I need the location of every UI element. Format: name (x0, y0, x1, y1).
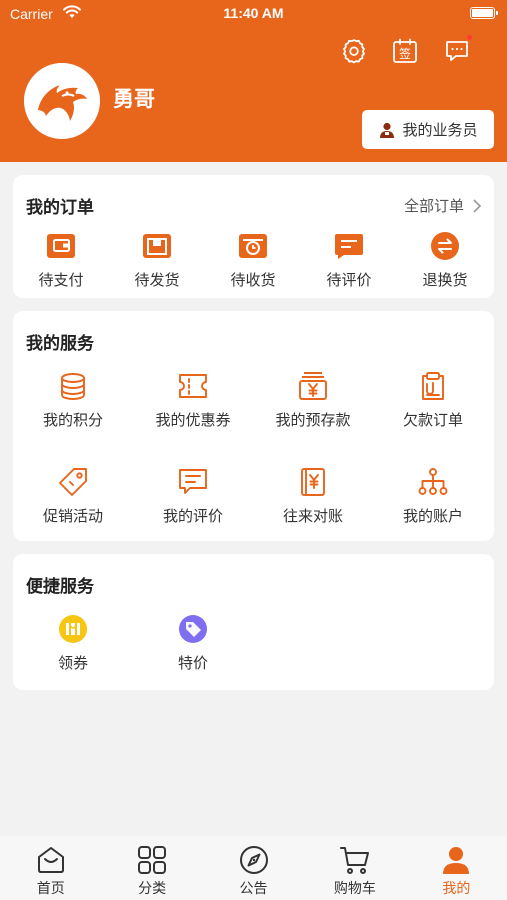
order-returns[interactable]: 退换货 (397, 231, 493, 290)
coupon-icon (178, 371, 208, 401)
get-coupon-icon (58, 614, 88, 644)
service-my-account[interactable]: 我的账户 (373, 467, 493, 526)
service-coupons-label: 我的优惠券 (155, 411, 231, 429)
service-promotions[interactable]: 促销活动 (13, 467, 133, 526)
horse-logo-icon (24, 63, 100, 139)
ledger-icon (298, 467, 328, 497)
tab-home-label: 首页 (36, 881, 65, 897)
service-arrears-orders[interactable]: 欠款订单 (373, 371, 493, 430)
service-arrears-orders-label: 欠款订单 (402, 411, 463, 429)
chevron-right-icon (473, 198, 482, 213)
service-reconciliation[interactable]: 往来对账 (253, 467, 373, 526)
home-icon (37, 847, 64, 873)
unread-dot (466, 34, 473, 41)
service-promotions-label: 促销活动 (42, 507, 103, 525)
tab-mine-label: 我的 (442, 881, 471, 897)
delivery-clock-icon (238, 231, 268, 261)
profile-header: Carrier 11:40 AM 签 勇哥 我的业务员 (0, 0, 507, 162)
order-pending-receipt[interactable]: 待收货 (205, 231, 301, 290)
cart-icon (339, 847, 369, 874)
clipboard-icon (418, 371, 448, 401)
order-pending-receipt-label: 待收货 (230, 271, 276, 289)
order-pending-payment-label: 待支付 (38, 271, 84, 289)
service-my-reviews-label: 我的评价 (162, 507, 223, 525)
quick-services-title: 便捷服务 (26, 577, 94, 597)
quick-get-coupon-label: 领券 (57, 654, 88, 672)
message-icon[interactable] (443, 34, 473, 65)
user-icon (443, 847, 470, 874)
service-my-reviews[interactable]: 我的评价 (133, 467, 253, 526)
service-coupons[interactable]: 我的优惠券 (133, 371, 253, 430)
tab-category[interactable]: 分类 (101, 836, 202, 900)
tab-mine[interactable]: 我的 (406, 836, 507, 900)
coins-icon (58, 371, 88, 401)
quick-special-price-label: 特价 (177, 654, 208, 672)
yen-deposit-icon (298, 371, 328, 401)
box-icon (142, 231, 172, 261)
bottom-tab-bar: 首页 分类 公告 购物车 我的 (0, 836, 507, 900)
order-pending-review-label: 待评价 (326, 271, 372, 289)
order-pending-shipment[interactable]: 待发货 (109, 231, 205, 290)
quick-services-row: 领券 特价 (13, 614, 494, 673)
salesman-icon (380, 122, 395, 138)
category-grid-icon (138, 846, 167, 874)
username: 勇哥 (113, 87, 155, 111)
orders-card: 我的订单 全部订单 待支付 待发货 待收货 待评价 退换货 (13, 175, 494, 298)
orders-title: 我的订单 (26, 198, 94, 218)
services-row-2: 促销活动 我的评价 往来对账 我的账户 (13, 467, 494, 526)
tab-home[interactable]: 首页 (0, 836, 101, 900)
view-all-orders-link[interactable]: 全部订单 (404, 195, 482, 216)
order-pending-payment[interactable]: 待支付 (13, 231, 109, 290)
services-card: 我的服务 我的积分 我的优惠券 我的预存款 欠款订单 促销活动 我的评价 往来对… (13, 311, 494, 541)
order-pending-shipment-label: 待发货 (134, 271, 180, 289)
comment-icon (334, 231, 364, 261)
order-returns-label: 退换货 (422, 271, 468, 289)
sign-in-glyph: 签 (399, 46, 411, 61)
special-price-icon (178, 614, 208, 644)
review-icon (178, 467, 208, 497)
account-tree-icon (418, 467, 448, 497)
compass-icon (239, 846, 268, 874)
service-points-label: 我的积分 (42, 411, 103, 429)
service-deposit-label: 我的预存款 (275, 411, 351, 429)
view-all-orders-label: 全部订单 (403, 197, 464, 215)
tab-announcement[interactable]: 公告 (203, 836, 304, 900)
quick-services-card: 便捷服务 领券 特价 (13, 554, 494, 690)
service-reconciliation-label: 往来对账 (282, 507, 343, 525)
my-salesman-button[interactable]: 我的业务员 (362, 110, 494, 149)
services-title: 我的服务 (26, 334, 94, 354)
tab-announcement-label: 公告 (239, 881, 268, 897)
wallet-icon (46, 231, 76, 261)
sign-in-calendar-icon[interactable]: 签 (391, 37, 419, 65)
tab-cart-label: 购物车 (333, 881, 376, 897)
tab-category-label: 分类 (138, 881, 167, 897)
order-pending-review[interactable]: 待评价 (301, 231, 397, 290)
order-status-row: 待支付 待发货 待收货 待评价 退换货 (13, 231, 494, 290)
my-salesman-label: 我的业务员 (402, 121, 478, 139)
service-my-account-label: 我的账户 (402, 507, 463, 525)
quick-get-coupon[interactable]: 领券 (13, 614, 133, 673)
service-deposit[interactable]: 我的预存款 (253, 371, 373, 430)
exchange-icon (430, 231, 460, 261)
service-points[interactable]: 我的积分 (13, 371, 133, 430)
tag-icon (58, 467, 88, 497)
clock: 11:40 AM (223, 5, 284, 21)
gear-icon[interactable] (340, 37, 368, 65)
battery-icon (470, 7, 498, 19)
services-row-1: 我的积分 我的优惠券 我的预存款 欠款订单 (13, 371, 494, 430)
tab-cart[interactable]: 购物车 (304, 836, 405, 900)
quick-special-price[interactable]: 特价 (133, 614, 253, 673)
avatar[interactable] (24, 63, 100, 139)
status-bar: Carrier 11:40 AM (0, 0, 507, 28)
